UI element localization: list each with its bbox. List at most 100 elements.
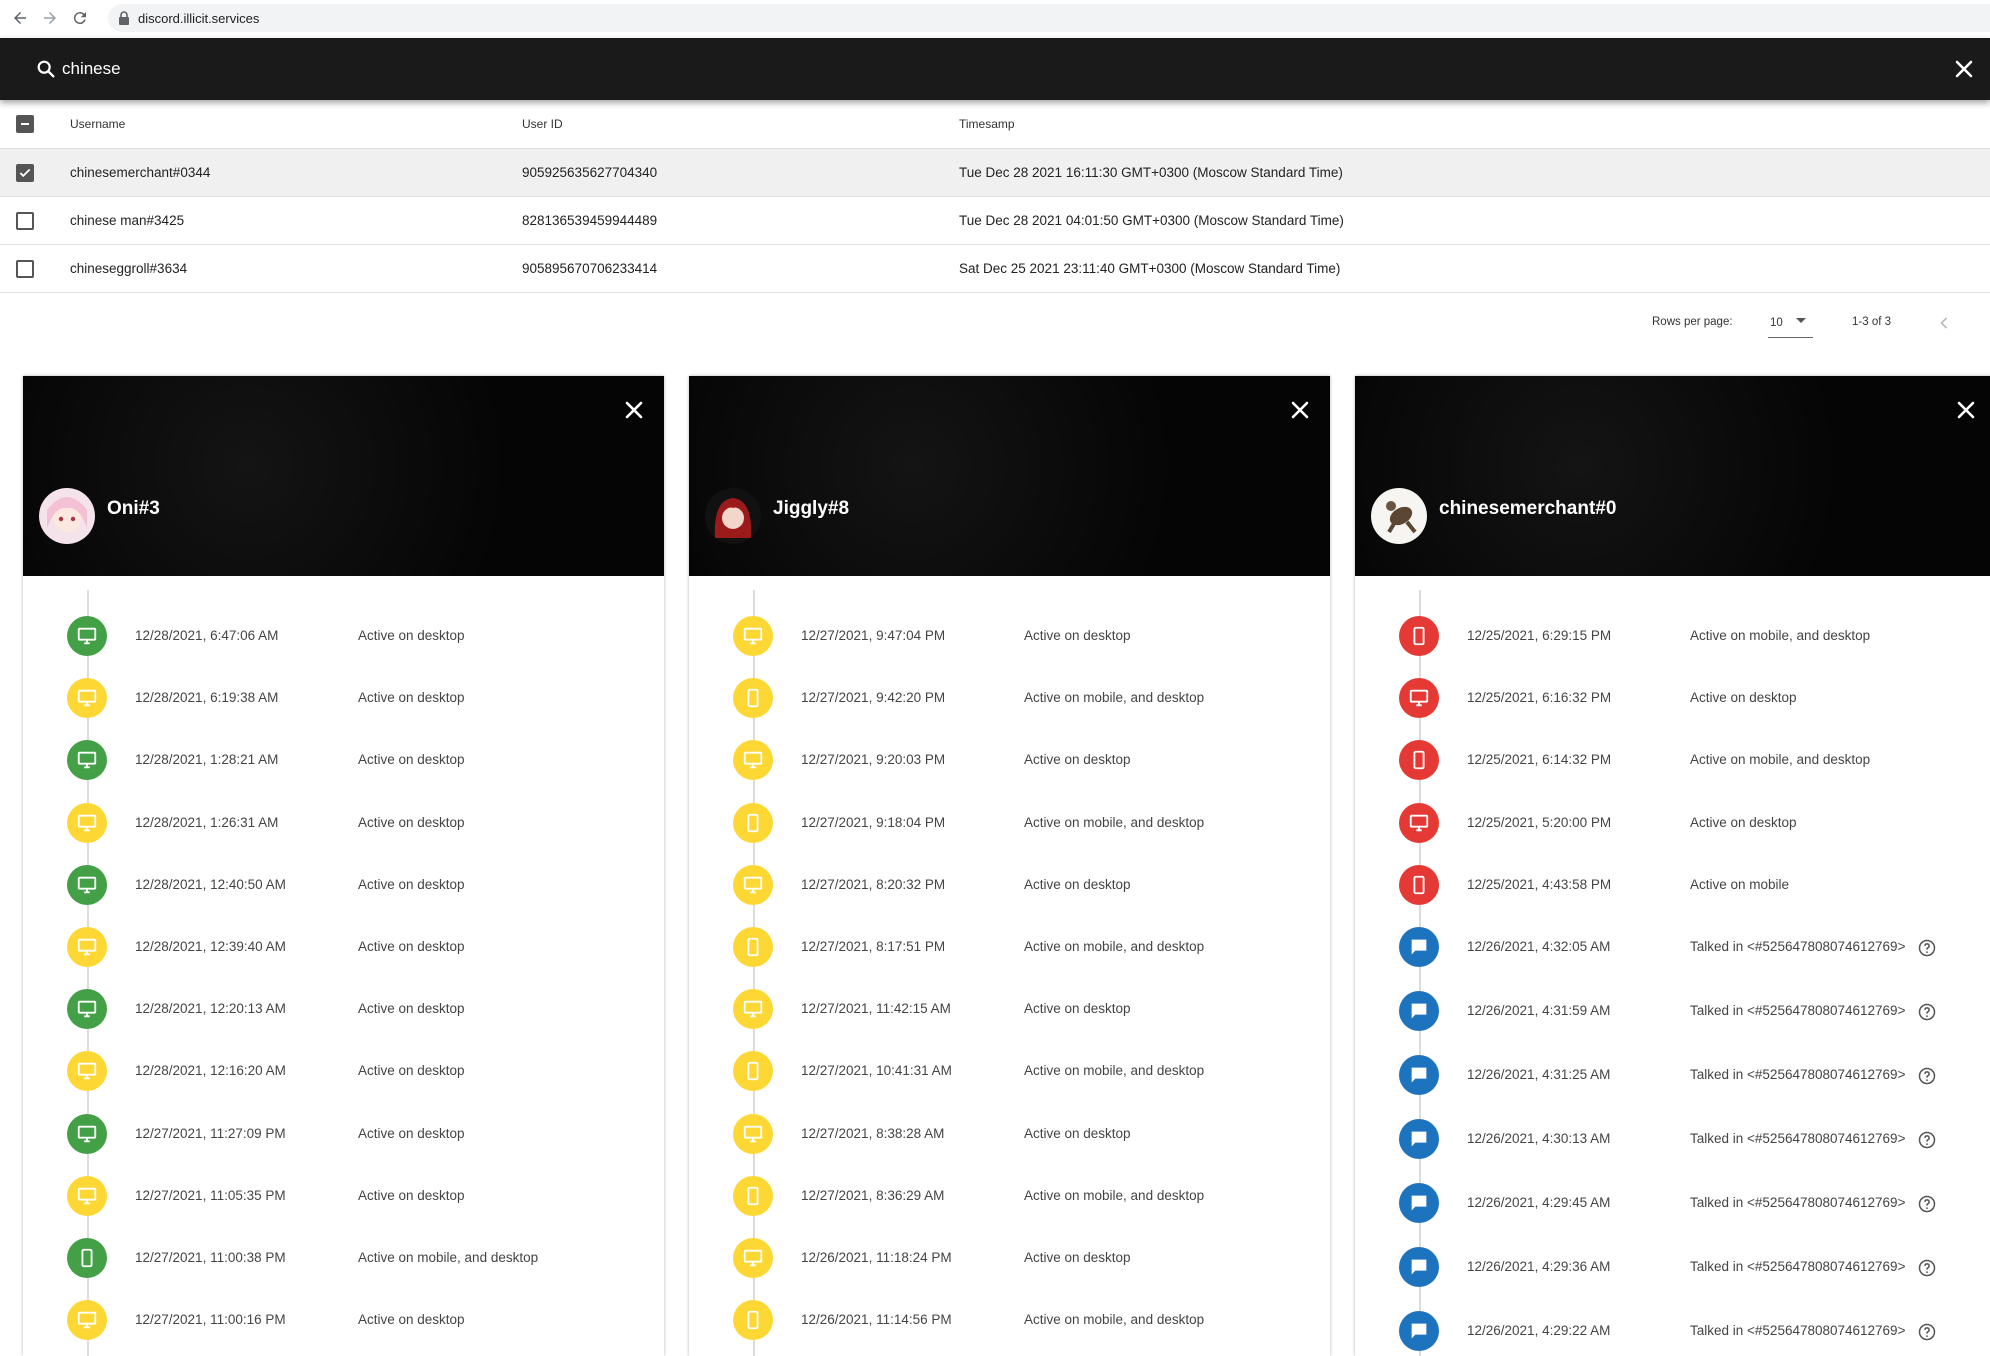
search-input[interactable]	[62, 52, 1862, 86]
event-time: 12/26/2021, 4:31:59 AM	[1467, 1003, 1611, 1018]
avatar	[1371, 488, 1427, 544]
event-status-dot	[733, 1238, 773, 1278]
timeline-event: 12/27/2021, 11:42:15 AM Active on desktop	[689, 989, 1330, 1030]
table-row[interactable]: chinese man#3425 828136539459944489 Tue De…	[0, 197, 1990, 245]
timeline-event: 12/26/2021, 4:31:59 AM Talked in <#525647…	[1355, 991, 1990, 1031]
event-status-dot	[67, 616, 107, 656]
close-icon[interactable]	[1954, 398, 1978, 422]
event-status-dot	[1399, 802, 1439, 843]
event-status: Active on desktop	[358, 690, 465, 706]
event-time: 12/25/2021, 6:16:32 PM	[1467, 690, 1612, 706]
address-bar[interactable]: discord.illicit.services	[108, 4, 1990, 32]
desktop-icon	[77, 752, 97, 769]
desktop-icon	[77, 1311, 97, 1329]
mobile-icon	[747, 1186, 759, 1205]
timeline-event: 12/26/2021, 4:29:36 AM Talked in <#525647…	[1355, 1247, 1990, 1287]
desktop-icon	[77, 876, 97, 894]
row-checkbox[interactable]	[16, 211, 34, 230]
rows-per-page-label: Rows per page:	[1652, 316, 1733, 328]
event-status-dot	[1399, 616, 1439, 656]
pagination: Rows per page: 10 1-3 of 3	[0, 304, 1990, 342]
forward-button[interactable]	[36, 4, 64, 32]
help-icon[interactable]	[1917, 1194, 1937, 1214]
card-header: Jiggly#8	[689, 376, 1330, 576]
help-icon[interactable]	[1917, 1258, 1937, 1278]
event-status: Talked in <#525647808074612769>	[1690, 939, 1906, 954]
event-status-dot	[733, 1113, 773, 1154]
event-time: 12/26/2021, 4:30:13 AM	[1467, 1131, 1611, 1146]
chat-icon	[1411, 1067, 1427, 1083]
mobile-icon	[1413, 626, 1425, 646]
reload-button[interactable]	[66, 4, 94, 32]
timeline-event: 12/28/2021, 6:47:06 AM Active on desktop	[23, 616, 664, 656]
card-username: Jiggly#8	[773, 498, 850, 520]
timeline-event: 12/27/2021, 8:38:28 AM Active on desktop	[689, 1113, 1330, 1154]
arrow-right-icon	[44, 12, 56, 24]
event-time: 12/26/2021, 4:29:45 AM	[1467, 1195, 1611, 1210]
event-status: Active on mobile, and desktop	[1690, 628, 1871, 643]
close-icon[interactable]	[1288, 398, 1312, 422]
timeline-event: 12/27/2021, 8:20:32 PM Active on desktop	[689, 864, 1330, 905]
desktop-icon	[743, 752, 763, 769]
event-time: 12/28/2021, 6:19:38 AM	[135, 690, 279, 706]
table-row[interactable]: chineseggroll#3634 905895670706233414 Sat …	[0, 245, 1990, 293]
event-status-dot	[67, 1300, 107, 1341]
event-status-dot	[1399, 927, 1439, 967]
event-time: 12/26/2021, 4:29:22 AM	[1467, 1323, 1611, 1338]
help-icon[interactable]	[1917, 1130, 1937, 1150]
help-icon[interactable]	[1917, 1322, 1937, 1342]
event-status: Active on mobile, and desktop	[1024, 1312, 1205, 1328]
rows-per-page-select[interactable]: 10	[1768, 308, 1813, 338]
table-header-row: Username User ID Timesamp	[0, 100, 1990, 149]
event-time: 12/28/2021, 12:16:20 AM	[135, 1063, 286, 1079]
timeline-event: 12/27/2021, 8:17:51 PM Active on mobile, …	[689, 927, 1330, 967]
row-checkbox[interactable]	[16, 163, 34, 182]
table-row[interactable]: chinesemerchant#0344 905925635627704340 Tu…	[0, 149, 1990, 197]
timeline-event: 12/26/2021, 4:30:13 AM Talked in <#525647…	[1355, 1119, 1990, 1159]
event-time: 12/27/2021, 8:38:28 AM	[801, 1125, 945, 1141]
timeline-event: 12/26/2021, 4:29:22 AM Talked in <#525647…	[1355, 1311, 1990, 1351]
close-icon[interactable]	[622, 398, 646, 422]
event-time: 12/28/2021, 12:20:13 AM	[135, 1001, 286, 1017]
select-all-checkbox[interactable]	[16, 115, 34, 133]
event-status-dot	[1399, 991, 1439, 1031]
event-time: 12/27/2021, 11:00:16 PM	[135, 1312, 286, 1328]
header-username[interactable]: Username	[70, 100, 125, 148]
browser-toolbar: discord.illicit.services	[0, 0, 1990, 36]
event-time: 12/26/2021, 4:29:36 AM	[1467, 1259, 1611, 1274]
event-status: Active on desktop	[358, 752, 465, 768]
event-time: 12/28/2021, 1:28:21 AM	[135, 752, 279, 768]
help-icon[interactable]	[1917, 938, 1937, 958]
event-status-dot	[733, 802, 773, 843]
cell-timestamp: Tue Dec 28 2021 04:01:50 GMT+0300 (Mosco…	[959, 213, 1344, 228]
help-icon[interactable]	[1917, 1002, 1937, 1022]
help-icon[interactable]	[1917, 1066, 1937, 1086]
row-checkbox[interactable]	[16, 259, 34, 278]
chat-icon	[1411, 1195, 1427, 1211]
card-username: chinesemerchant#0	[1439, 498, 1617, 520]
mobile-icon	[747, 689, 759, 708]
mobile-icon	[747, 1311, 759, 1330]
timeline-event: 12/27/2021, 11:05:35 PM Active on desktop	[23, 1175, 664, 1216]
timeline-event: 12/26/2021, 4:31:25 AM Talked in <#525647…	[1355, 1055, 1990, 1095]
back-button[interactable]	[6, 4, 34, 32]
timeline-event: 12/27/2021, 9:42:20 PM Active on mobile, …	[689, 678, 1330, 719]
event-status: Active on desktop	[358, 1001, 465, 1017]
event-status: Active on mobile, and desktop	[358, 1250, 539, 1265]
event-status-dot	[733, 864, 773, 905]
desktop-icon	[77, 1125, 97, 1142]
header-user-id[interactable]: User ID	[522, 100, 563, 148]
timeline-event: 12/25/2021, 6:29:15 PM Active on mobile, …	[1355, 616, 1990, 656]
event-status-dot	[1399, 1119, 1439, 1159]
close-icon[interactable]	[1952, 57, 1976, 81]
desktop-icon	[77, 689, 97, 707]
desktop-icon	[743, 1249, 763, 1267]
event-status-dot	[733, 616, 773, 656]
event-time: 12/27/2021, 8:17:51 PM	[801, 939, 946, 954]
header-timestamp[interactable]: Timesamp	[959, 100, 1015, 148]
event-status-dot	[1399, 1183, 1439, 1223]
chevron-left-icon[interactable]	[1934, 313, 1954, 333]
chat-icon	[1411, 939, 1427, 955]
cell-user-id: 905925635627704340	[522, 165, 658, 180]
event-time: 12/28/2021, 12:40:50 AM	[135, 876, 286, 892]
